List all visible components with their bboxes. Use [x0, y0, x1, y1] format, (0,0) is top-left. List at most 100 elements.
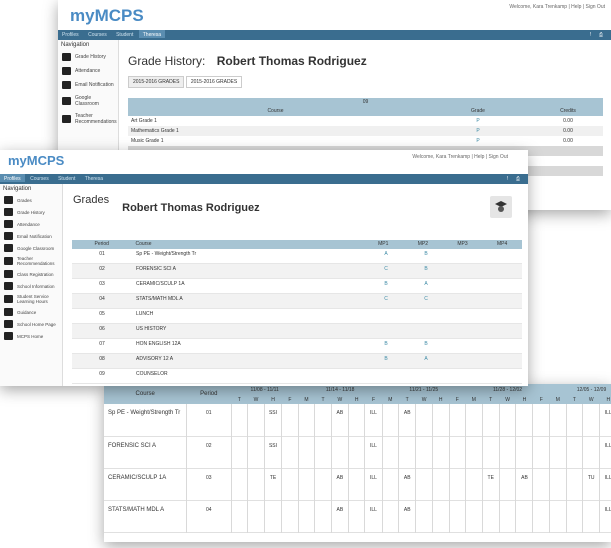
cell-period: 07: [99, 341, 105, 347]
nav-student[interactable]: Student: [54, 174, 79, 182]
table-row[interactable]: FORENSIC SCI A 02 SSI ILL ILL: [104, 436, 611, 468]
cell-period: 08: [99, 356, 105, 362]
table-row[interactable]: 02 FORENSIC SCI A C B: [72, 264, 522, 279]
cell-credits: 0.00: [563, 118, 573, 124]
attendance-cell: [532, 404, 550, 436]
sign-out-link[interactable]: Sign Out: [489, 154, 508, 160]
table-row[interactable]: 07 HON ENGLISH 12A B B: [72, 339, 522, 354]
nav-theresa[interactable]: Theresa: [138, 30, 166, 38]
tab-year-2[interactable]: 2015-2016 GRADES: [185, 76, 243, 88]
help-link[interactable]: Help: [571, 4, 581, 10]
nav-item-grade-history[interactable]: Grade History: [58, 50, 118, 64]
nav-item-mcps-home[interactable]: MCPS Home: [0, 330, 62, 342]
cell-mp1: [366, 369, 406, 383]
table-row[interactable]: 08 ADVISORY 12 A B A: [72, 354, 522, 369]
nav-item-school-home[interactable]: School Home Page: [0, 318, 62, 330]
nav-list: Grades Grade History Attendance Email Notif…: [0, 194, 62, 342]
nav-item-grade-history[interactable]: Grade History: [0, 206, 62, 218]
nav-item-google-classroom[interactable]: Google Classroom: [58, 92, 118, 110]
attendance-cell: [264, 500, 283, 532]
print-icon[interactable]: ⎙: [512, 174, 524, 182]
attendance-cell: AB: [331, 468, 349, 500]
teacher-rec-icon: [62, 115, 71, 123]
cell-mp2: C: [424, 296, 428, 302]
cell-mp2: [406, 309, 446, 323]
attendance-cell: [231, 468, 249, 500]
attendance-cell: [314, 404, 332, 436]
nav-item-grades[interactable]: Grades: [0, 194, 62, 206]
graduate-icon: [495, 201, 507, 212]
table-row[interactable]: 05 LUNCH: [72, 309, 522, 324]
attendance-cell: [549, 468, 567, 500]
nav-theresa[interactable]: Theresa: [81, 174, 107, 182]
attendance-cell: [314, 436, 332, 468]
sign-out-link[interactable]: Sign Out: [586, 4, 605, 10]
col-mp2: MP2: [417, 241, 429, 247]
attendance-cell: [314, 500, 332, 532]
nav-courses[interactable]: Courses: [84, 30, 111, 38]
nav-item-email[interactable]: Email Notification: [0, 230, 62, 242]
page-title: Grades Robert Thomas Rodriguez: [73, 194, 260, 214]
nav-item-attendance[interactable]: Attendance: [58, 64, 118, 78]
day-header: T: [405, 396, 409, 403]
table-row[interactable]: 04 STATS/MATH MDL A C C: [72, 294, 522, 309]
col-grade: Grade: [471, 108, 485, 114]
cell-credits: 0.00: [563, 138, 573, 144]
info-icon[interactable]: !: [586, 30, 595, 38]
nav-profiles[interactable]: Profiles: [58, 30, 83, 38]
cell-mp2: A: [424, 281, 428, 287]
nav-item-service-learning[interactable]: Student Service Learning Hours: [0, 292, 62, 306]
nav-item-classroom[interactable]: Google Classroom: [0, 242, 62, 254]
cell-grade: P: [476, 128, 480, 134]
table-row[interactable]: Sp PE - Weight/Strength Tr 01 SSI AB ILL AB IL…: [104, 404, 611, 436]
nav-courses[interactable]: Courses: [26, 174, 53, 182]
day-header: F: [371, 396, 375, 403]
attendance-cell: [281, 436, 299, 468]
info-icon[interactable]: !: [503, 174, 512, 182]
help-link[interactable]: Help: [474, 154, 484, 160]
attendance-cell: [298, 500, 316, 532]
attendance-cell: [515, 404, 534, 436]
grades-table: Period Course MP1 MP2 MP3 MP4 01 Sp PE - …: [72, 240, 522, 384]
table-row[interactable]: 01 Sp PE - Weight/Strength Tr A B: [72, 249, 522, 264]
nav-item-registration[interactable]: Class Registration: [0, 268, 62, 280]
nav-item-email[interactable]: Email Notification: [58, 78, 118, 92]
cell-course: FORENSIC SCI A: [104, 436, 187, 468]
attendance-cell: [532, 468, 550, 500]
attendance-window: Course Period 11/08 - 11/11 11/14 - 11/1…: [104, 384, 611, 542]
grade-group-header: 09: [128, 98, 603, 107]
guidance-icon: [4, 308, 13, 316]
table-row[interactable]: STATS/MATH MDL A 04 AB ILL AB ILL: [104, 500, 611, 532]
nav-student[interactable]: Student: [112, 30, 137, 38]
table-row[interactable]: CERAMIC/SCULP 1A 03 TE AB ILL AB TE AB TU ILL: [104, 468, 611, 500]
nav-item-guidance[interactable]: Guidance: [0, 306, 62, 318]
cell-grade: P: [476, 118, 480, 124]
nav-item-label: School Information: [17, 283, 55, 289]
attendance-cell: [432, 404, 450, 436]
nav-item-teacher-recs[interactable]: Teacher Recommendations: [58, 110, 118, 128]
mymcps-logo: myMCPS: [70, 6, 144, 25]
nav-item-teacher-rec[interactable]: Teacher Recommendations: [0, 254, 62, 268]
attendance-cell: [515, 436, 534, 468]
table-row[interactable]: 06 US HISTORY: [72, 324, 522, 339]
attendance-cell: [549, 404, 567, 436]
print-icon[interactable]: ⎙: [595, 30, 607, 38]
col-credits: Credits: [560, 108, 576, 114]
cell-period: 09: [99, 371, 105, 377]
tab-year-1[interactable]: 2015-2016 GRADES: [128, 76, 185, 88]
attendance-cell: [281, 468, 299, 500]
table-row[interactable]: 09 COUNSELOR: [72, 369, 522, 384]
table-row[interactable]: 03 CERAMIC/SCULP 1A B A: [72, 279, 522, 294]
day-header: H: [522, 396, 527, 403]
cell-period: 03: [186, 468, 232, 500]
cell-mp1: A: [384, 251, 388, 257]
nav-item-label: MCPS Home: [17, 333, 44, 339]
nav-profiles[interactable]: Profiles: [0, 174, 25, 182]
attendance-cell: ILL: [364, 468, 383, 500]
grades-body: 01 Sp PE - Weight/Strength Tr A B 02 FORENSIC…: [72, 249, 522, 384]
cell-period: 01: [186, 404, 232, 436]
nav-item-attendance[interactable]: Attendance: [0, 218, 62, 230]
cell-period: 02: [186, 436, 232, 468]
nav-item-label: Grades: [17, 197, 32, 203]
nav-item-school-info[interactable]: School Information: [0, 280, 62, 292]
